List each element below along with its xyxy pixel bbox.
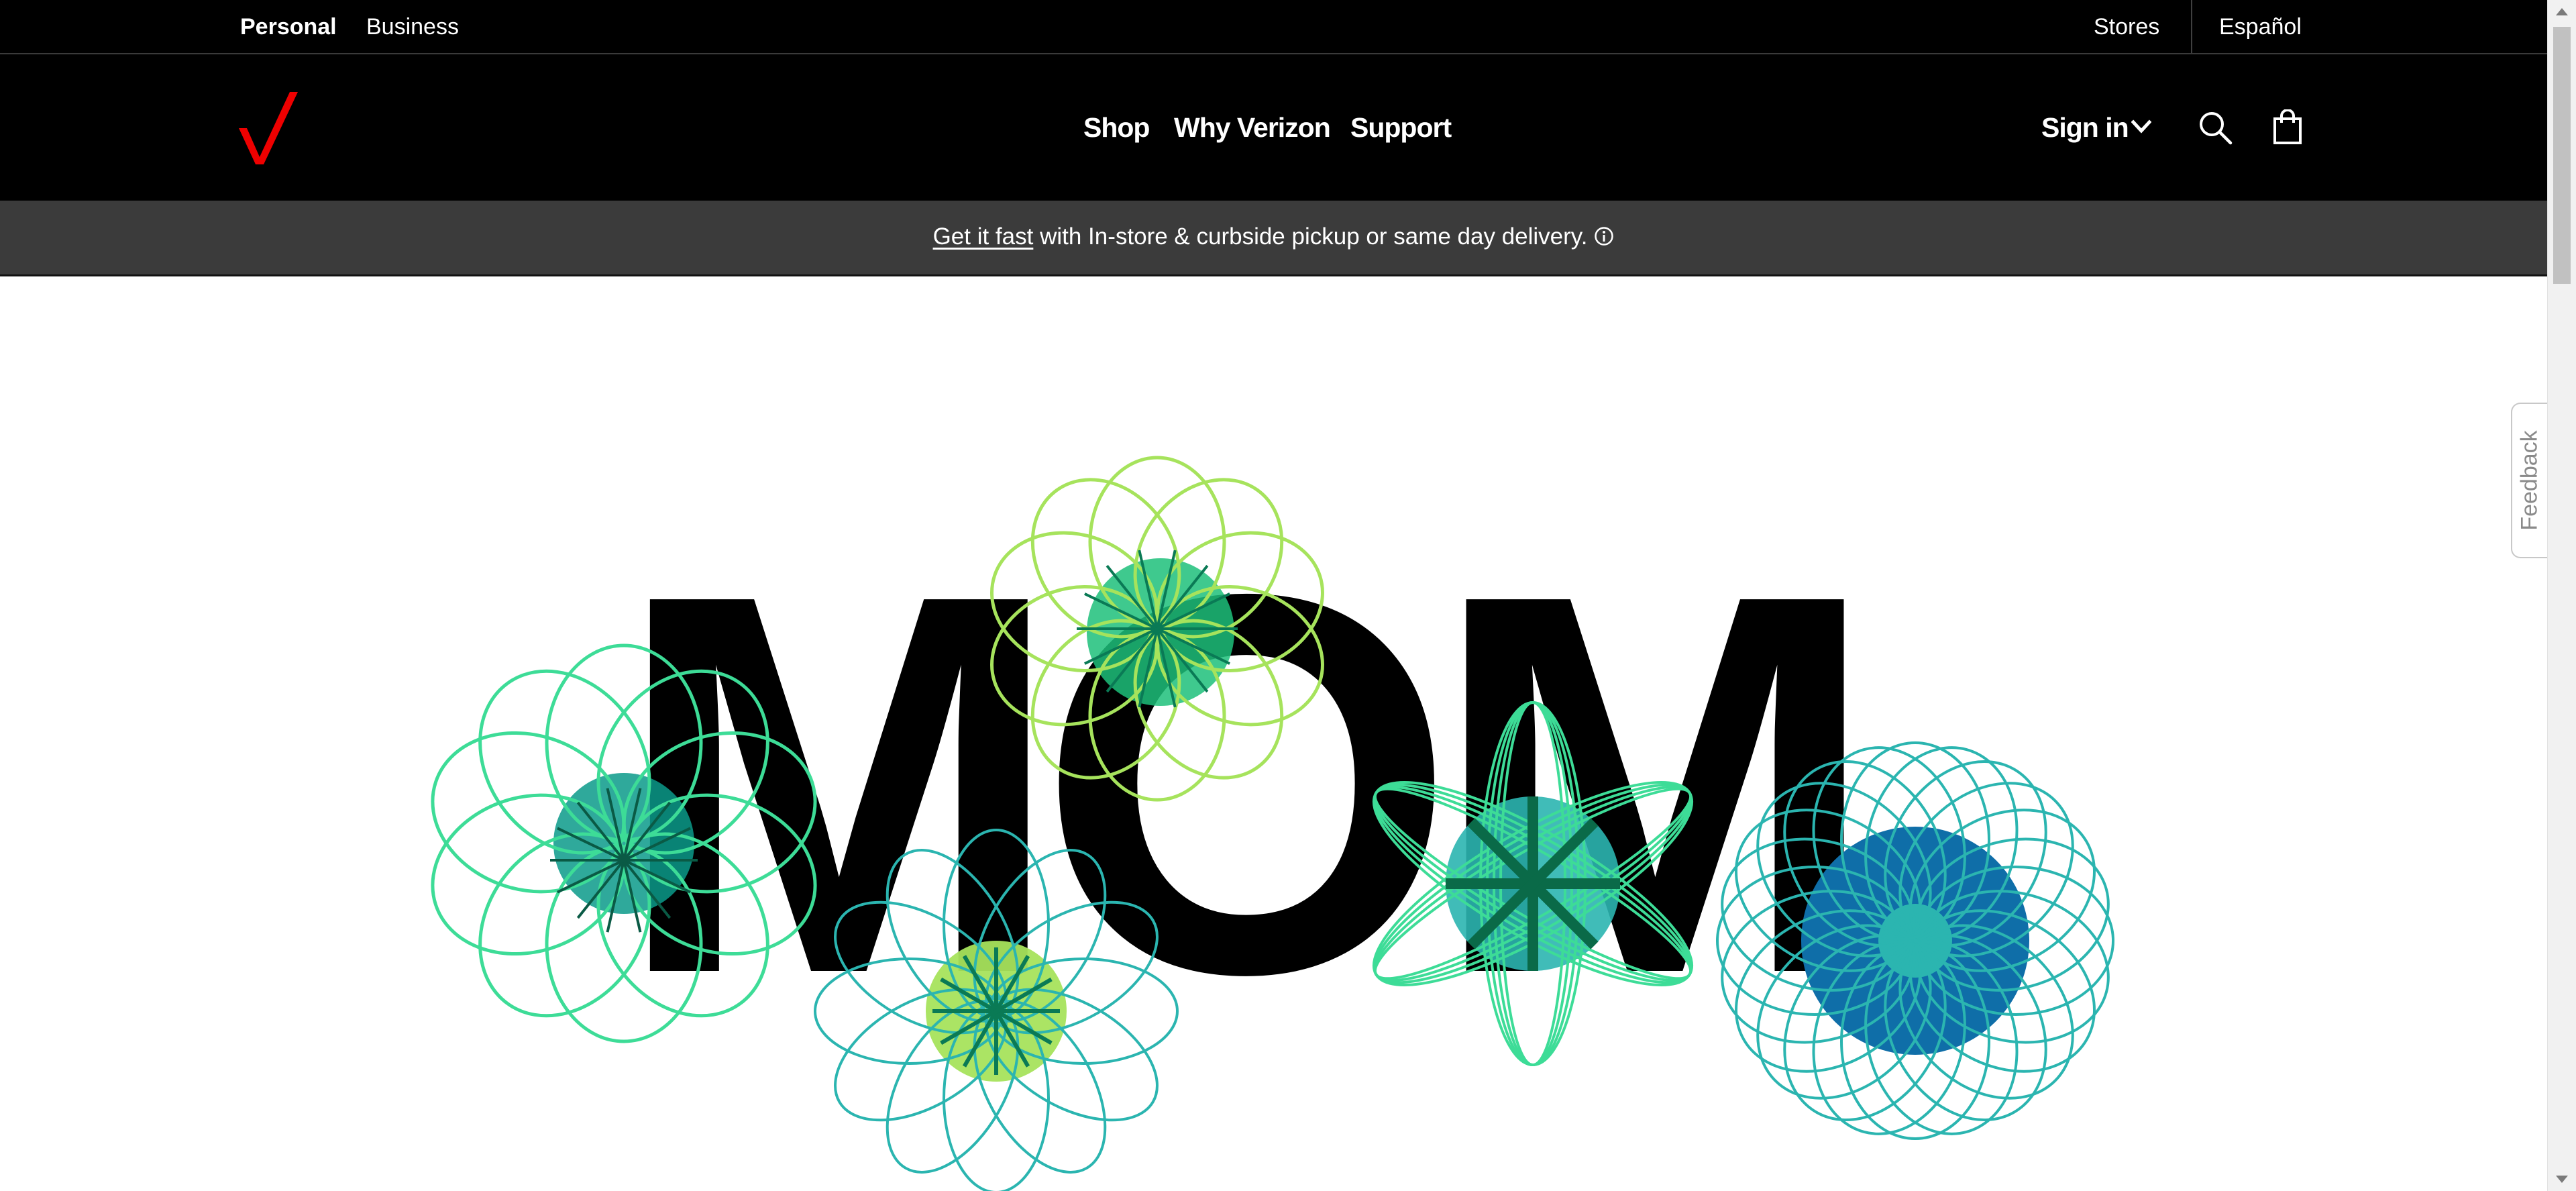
espanol-link[interactable]: Español [2219,0,2302,54]
promo-text: with In-store & curbside pickup or same … [1033,223,1588,250]
page: Personal Business Stores Español Shop Wh… [0,0,2547,1191]
chevron-down-icon[interactable] [2131,119,2151,135]
feedback-label: Feedback [2516,430,2542,531]
scroll-down-arrow[interactable] [2556,1176,2568,1183]
info-icon[interactable] [1594,226,1614,246]
verizon-logo-icon[interactable] [239,92,298,164]
stores-link[interactable]: Stores [2094,0,2159,54]
hero-section: MOM [0,276,2547,1191]
sign-in-button[interactable]: Sign in [2041,54,2129,201]
scroll-up-arrow[interactable] [2556,8,2568,15]
flower-left-center [553,773,694,914]
get-it-fast-link[interactable]: Get it fast [933,223,1034,250]
main-nav: Shop Why Verizon Support Sign in [0,54,2547,201]
utility-divider [2191,0,2192,53]
search-icon[interactable] [2198,110,2233,145]
hero-artwork: MOM [431,456,2114,1191]
business-link[interactable]: Business [366,0,459,54]
utility-bar: Personal Business Stores Español [0,0,2547,54]
nav-shop[interactable]: Shop [1083,54,1150,201]
flower-right-center [1878,904,1952,978]
feedback-tab[interactable]: Feedback [2511,403,2547,558]
scrollbar[interactable] [2547,0,2576,1191]
promo-bar: Get it fast with In-store & curbside pic… [0,201,2547,276]
shopping-bag-icon[interactable] [2273,109,2302,144]
nav-why-verizon[interactable]: Why Verizon [1174,54,1331,201]
personal-link[interactable]: Personal [240,0,337,54]
nav-support[interactable]: Support [1350,54,1452,201]
scrollbar-thumb[interactable] [2553,27,2571,284]
promo-message: Get it fast with In-store & curbside pic… [933,223,1615,250]
